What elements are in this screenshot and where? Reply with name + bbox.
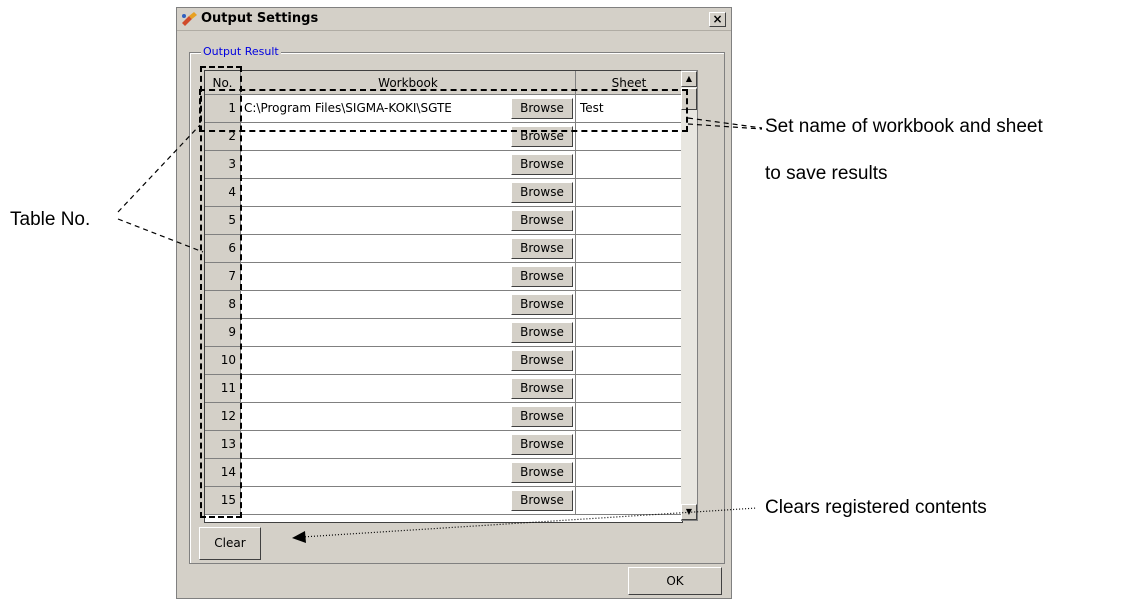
sheet-cell[interactable]: [576, 263, 682, 291]
annotation-table-no: Table No.: [10, 209, 91, 230]
arrow-down-icon[interactable]: ▼: [681, 504, 697, 520]
table-row: 3 Browse: [205, 151, 682, 179]
close-button[interactable]: ×: [709, 12, 726, 27]
browse-button[interactable]: Browse: [511, 182, 573, 203]
table-row: 15 Browse: [205, 487, 682, 515]
title-bar: Output Settings ×: [177, 8, 731, 31]
browse-button[interactable]: Browse: [511, 322, 573, 343]
clear-button[interactable]: Clear: [199, 527, 261, 560]
browse-button[interactable]: Browse: [511, 350, 573, 371]
sheet-cell[interactable]: [576, 151, 682, 179]
browse-button[interactable]: Browse: [511, 490, 573, 511]
sheet-cell[interactable]: [576, 319, 682, 347]
table-row: 7 Browse: [205, 263, 682, 291]
sheet-cell[interactable]: [576, 179, 682, 207]
browse-button[interactable]: Browse: [511, 378, 573, 399]
annotation-clears: Clears registered contents: [765, 497, 987, 518]
sheet-cell[interactable]: [576, 291, 682, 319]
browse-button[interactable]: Browse: [511, 434, 573, 455]
table-row: 6 Browse: [205, 235, 682, 263]
table-row: 10 Browse: [205, 347, 682, 375]
table-row: 12 Browse: [205, 403, 682, 431]
annotation-set-name-2: to save results: [765, 163, 888, 184]
ok-button[interactable]: OK: [628, 567, 722, 595]
window-title: Output Settings: [201, 11, 319, 26]
table-row: 13 Browse: [205, 431, 682, 459]
sheet-cell[interactable]: [576, 403, 682, 431]
table-row: 14 Browse: [205, 459, 682, 487]
table-row: 8 Browse: [205, 291, 682, 319]
sheet-cell[interactable]: [576, 347, 682, 375]
sheet-cell[interactable]: [576, 459, 682, 487]
sheet-cell[interactable]: [576, 431, 682, 459]
table-row: 9 Browse: [205, 319, 682, 347]
table-row: 5 Browse: [205, 207, 682, 235]
sheet-cell[interactable]: [576, 235, 682, 263]
browse-button[interactable]: Browse: [511, 406, 573, 427]
browse-button[interactable]: Browse: [511, 266, 573, 287]
browse-button[interactable]: Browse: [511, 294, 573, 315]
sheet-cell[interactable]: [576, 487, 682, 515]
sheet-cell[interactable]: [576, 375, 682, 403]
browse-button[interactable]: Browse: [511, 154, 573, 175]
row-highlight: [199, 89, 688, 132]
browse-button[interactable]: Browse: [511, 210, 573, 231]
table-row: 11 Browse: [205, 375, 682, 403]
annotation-set-name-1: Set name of workbook and sheet: [765, 116, 1043, 137]
browse-button[interactable]: Browse: [511, 462, 573, 483]
output-table: No. Workbook Sheet 1 C:\Program Files\SIG…: [204, 70, 683, 523]
group-label: Output Result: [201, 45, 281, 58]
table-row: 4 Browse: [205, 179, 682, 207]
arrow-up-icon[interactable]: ▲: [681, 71, 697, 87]
vertical-scrollbar[interactable]: ▲ ▼: [681, 70, 698, 521]
satellite-icon: [182, 12, 197, 26]
browse-button[interactable]: Browse: [511, 238, 573, 259]
sheet-cell[interactable]: [576, 207, 682, 235]
no-column-highlight: [200, 66, 242, 518]
